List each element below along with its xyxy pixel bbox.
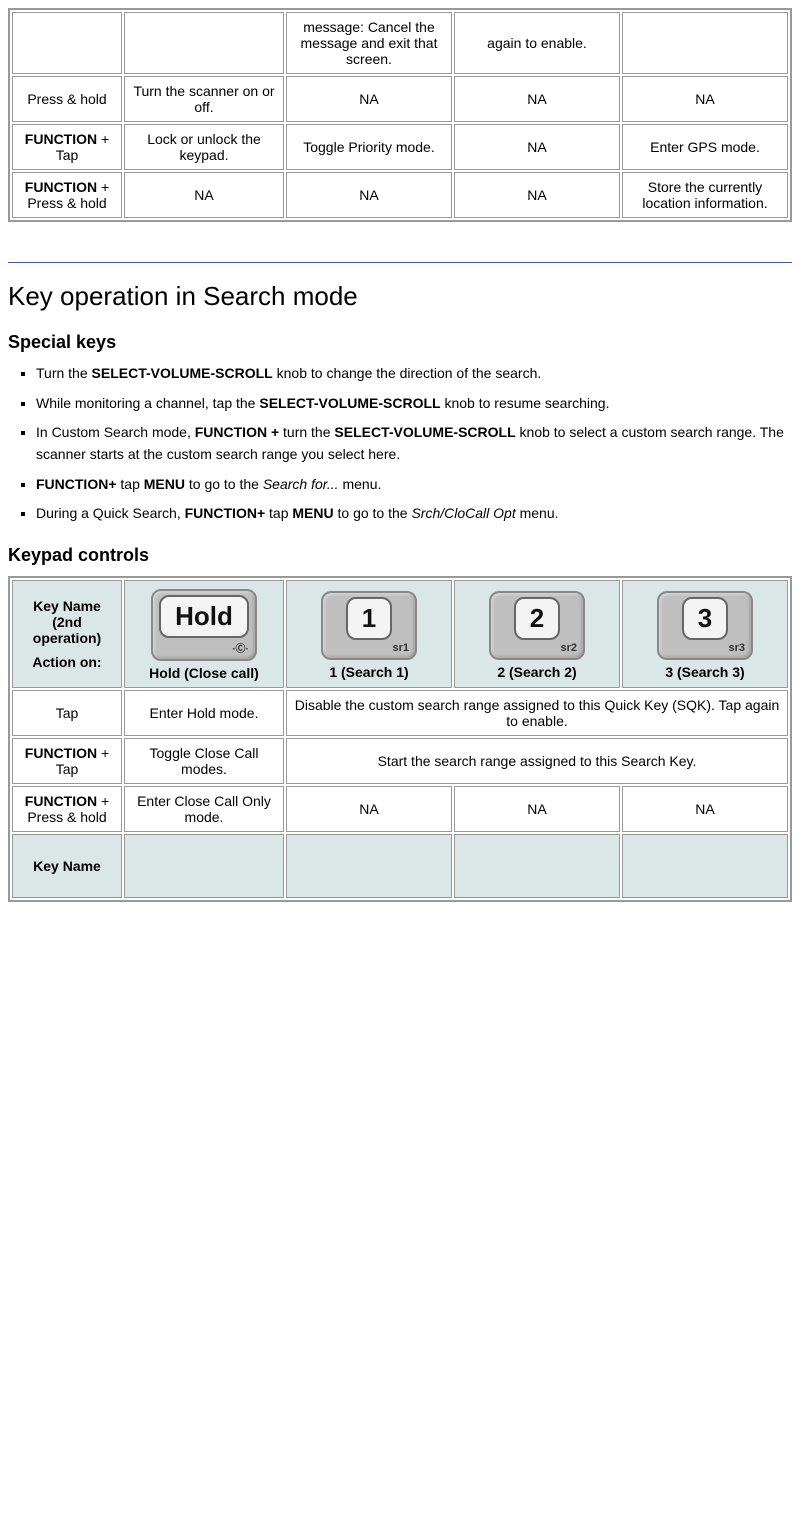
table-row: Tap Enter Hold mode. Disable the custom … <box>12 690 788 736</box>
cell: NA <box>454 76 620 122</box>
subheading-keypad-controls: Keypad controls <box>8 545 792 566</box>
header-cell <box>622 834 788 898</box>
subheading-special-keys: Special keys <box>8 332 792 353</box>
table-row: FUNCTION + Tap Lock or unlock the keypad… <box>12 124 788 170</box>
header-cell <box>454 834 620 898</box>
key-1-icon: 1 sr1 <box>321 591 417 660</box>
key-2-icon: 2 sr2 <box>489 591 585 660</box>
cell: Enter GPS mode. <box>622 124 788 170</box>
cell: NA <box>622 76 788 122</box>
cell: FUNCTION + Tap <box>12 124 122 170</box>
list-item: While monitoring a channel, tap the SELE… <box>36 393 792 415</box>
keypad-table: Key Name (2nd operation) Action on: Hold… <box>8 576 792 902</box>
table-row: FUNCTION + Press & hold NA NA NA Store t… <box>12 172 788 218</box>
cell: Toggle Close Call modes. <box>124 738 284 784</box>
cell: Store the currently location information… <box>622 172 788 218</box>
cell: FUNCTION + Tap <box>12 738 122 784</box>
cell: NA <box>124 172 284 218</box>
cell: NA <box>454 124 620 170</box>
cell: Enter Hold mode. <box>124 690 284 736</box>
cell: Press & hold <box>12 76 122 122</box>
table-row: Press & hold Turn the scanner on or off.… <box>12 76 788 122</box>
hold-key-icon: Hold ·Ⓒ· <box>151 589 257 661</box>
cell: NA <box>286 76 452 122</box>
cell: NA <box>286 786 452 832</box>
cell: Turn the scanner on or off. <box>124 76 284 122</box>
header-cell-3: 3 sr3 3 (Search 3) <box>622 580 788 688</box>
list-item: Turn the SELECT-VOLUME-SCROLL knob to ch… <box>36 363 792 385</box>
cell <box>12 12 122 74</box>
special-keys-list: Turn the SELECT-VOLUME-SCROLL knob to ch… <box>8 363 792 525</box>
cell: FUNCTION + Press & hold <box>12 786 122 832</box>
header-cell-1: 1 sr1 1 (Search 1) <box>286 580 452 688</box>
cell: Toggle Priority mode. <box>286 124 452 170</box>
table-header-row: Key Name <box>12 834 788 898</box>
key-3-icon: 3 sr3 <box>657 591 753 660</box>
header-cell <box>124 834 284 898</box>
table-header-row: Key Name (2nd operation) Action on: Hold… <box>12 580 788 688</box>
list-item: FUNCTION+ tap MENU to go to the Search f… <box>36 474 792 496</box>
header-cell: Key Name (2nd operation) Action on: <box>12 580 122 688</box>
header-cell <box>286 834 452 898</box>
cell: Start the search range assigned to this … <box>286 738 788 784</box>
cell: NA <box>622 786 788 832</box>
table-row: FUNCTION + Press & hold Enter Close Call… <box>12 786 788 832</box>
list-item: In Custom Search mode, FUNCTION + turn t… <box>36 422 792 465</box>
header-cell-hold: Hold ·Ⓒ· Hold (Close call) <box>124 580 284 688</box>
table-row: FUNCTION + Tap Toggle Close Call modes. … <box>12 738 788 784</box>
cell: NA <box>454 172 620 218</box>
cell: again to enable. <box>454 12 620 74</box>
cell <box>622 12 788 74</box>
header-cell: Key Name <box>12 834 122 898</box>
cell: message: Cancel the message and exit tha… <box>286 12 452 74</box>
top-table: message: Cancel the message and exit tha… <box>8 8 792 222</box>
cell: FUNCTION + Press & hold <box>12 172 122 218</box>
divider <box>8 262 792 263</box>
cell: Tap <box>12 690 122 736</box>
cell: Enter Close Call Only mode. <box>124 786 284 832</box>
cell: NA <box>286 172 452 218</box>
section-heading: Key operation in Search mode <box>8 281 792 312</box>
cell: Disable the custom search range assigned… <box>286 690 788 736</box>
cell: Lock or unlock the keypad. <box>124 124 284 170</box>
cell <box>124 12 284 74</box>
header-cell-2: 2 sr2 2 (Search 2) <box>454 580 620 688</box>
table-row: message: Cancel the message and exit tha… <box>12 12 788 74</box>
cell: NA <box>454 786 620 832</box>
list-item: During a Quick Search, FUNCTION+ tap MEN… <box>36 503 792 525</box>
